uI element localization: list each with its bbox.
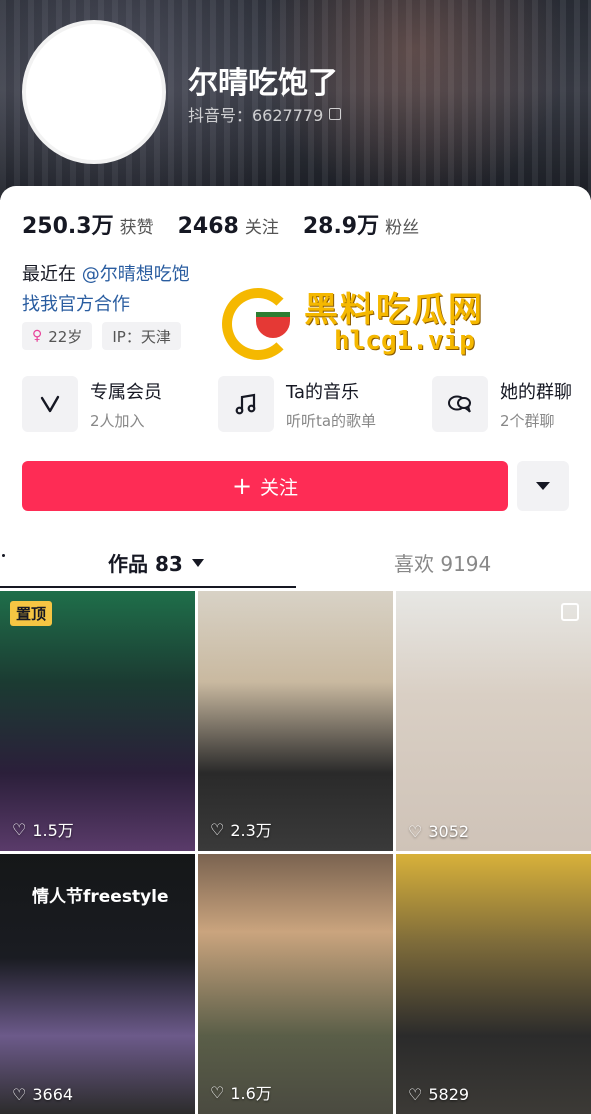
video-thumbnail[interactable]: ♡ 2.3万 bbox=[198, 591, 393, 851]
douyin-id-text: 抖音号：6627779 bbox=[188, 106, 324, 125]
profile-tags: ♀ 22岁 IP：天津 bbox=[22, 322, 181, 350]
heart-icon: ♡ bbox=[12, 819, 27, 839]
video-likes: ♡ 1.5万 bbox=[12, 817, 74, 841]
likes-count: 1.6万 bbox=[230, 1084, 272, 1103]
stat-value: 28.9万 bbox=[302, 214, 380, 239]
stat-value: 250.3万 bbox=[22, 214, 114, 239]
video-thumbnail[interactable]: 情人节freestyle ♡ 3664 bbox=[0, 854, 195, 1114]
video-thumbnail[interactable]: ♡ 1.6万 bbox=[198, 854, 393, 1114]
copy-icon[interactable] bbox=[329, 108, 342, 120]
video-thumbnail[interactable]: ♡ 3052 bbox=[396, 591, 591, 851]
feature-subtitle: 2人加入 bbox=[90, 411, 145, 430]
video-thumbnail[interactable]: 置顶 ♡ 1.5万 bbox=[0, 591, 195, 851]
stat-following[interactable]: 2468 关注 bbox=[178, 213, 279, 239]
tab-indicator bbox=[0, 586, 296, 588]
video-caption: 情人节freestyle bbox=[32, 887, 169, 907]
music-note-icon bbox=[217, 376, 274, 432]
heart-icon: ♡ bbox=[210, 1082, 225, 1102]
feature-group-chat[interactable]: 她的群聊 2个群聊 bbox=[431, 376, 572, 432]
pinned-badge: 置顶 bbox=[10, 601, 53, 626]
stats-row: 250.3万 获赞 2468 关注 28.9万 粉丝 bbox=[22, 208, 419, 240]
chat-bubbles-icon bbox=[431, 376, 488, 432]
caret-down-icon bbox=[536, 482, 550, 490]
more-options-button[interactable] bbox=[517, 461, 569, 511]
tab-works-label: 作品 83 bbox=[108, 552, 183, 576]
stat-label: 关注 bbox=[244, 218, 279, 238]
stat-followers[interactable]: 28.9万 粉丝 bbox=[303, 208, 419, 240]
heart-icon: ♡ bbox=[12, 1085, 27, 1104]
tab-likes-label: 喜欢 9194 bbox=[394, 552, 492, 576]
watermark-url: hlcg1.vip bbox=[334, 326, 475, 356]
video-likes: ♡ 3664 bbox=[12, 1085, 73, 1104]
content-tabs: 作品 83 喜欢 9194 bbox=[0, 536, 591, 590]
dot-marker bbox=[2, 554, 5, 557]
feature-row: 专属会员 2人加入 Ta的音乐 听听ta的歌单 她的群聊 2个群聊 bbox=[22, 376, 572, 432]
video-thumbnail[interactable]: ♡ 5829 bbox=[396, 854, 591, 1114]
feature-subtitle: 听听ta的歌单 bbox=[285, 411, 377, 430]
feature-subtitle: 2个群聊 bbox=[499, 411, 555, 430]
age-text: 22岁 bbox=[48, 327, 83, 346]
heart-icon: ♡ bbox=[210, 819, 225, 839]
video-grid: 置顶 ♡ 1.5万 ♡ 2.3万 ♡ 3052 情人节freestyle ♡ 3… bbox=[0, 591, 591, 1114]
heart-icon: ♡ bbox=[408, 822, 423, 841]
feature-title: 专属会员 bbox=[90, 381, 162, 403]
avatar[interactable] bbox=[22, 20, 166, 164]
bio-prefix: 最近在 bbox=[22, 264, 76, 285]
plus-icon: + bbox=[231, 472, 253, 500]
age-tag: ♀ 22岁 bbox=[22, 322, 93, 350]
watermark-logo: 黑料吃瓜网 hlcg1.vip bbox=[222, 282, 512, 362]
stat-likes[interactable]: 250.3万 获赞 bbox=[22, 208, 154, 240]
tab-likes[interactable]: 喜欢 9194 bbox=[394, 548, 491, 577]
multi-image-icon bbox=[561, 603, 579, 621]
follow-label: 关注 bbox=[260, 476, 299, 499]
follow-button[interactable]: + 关注 bbox=[22, 461, 508, 511]
profile-name: 尔晴吃饱了 bbox=[188, 66, 338, 101]
v-icon bbox=[22, 376, 78, 432]
tab-works[interactable]: 作品 83 bbox=[108, 548, 205, 577]
stat-label: 粉丝 bbox=[385, 218, 420, 238]
feature-title: 她的群聊 bbox=[499, 381, 572, 403]
feature-music[interactable]: Ta的音乐 听听ta的歌单 bbox=[217, 376, 377, 432]
heart-icon: ♡ bbox=[408, 1085, 423, 1104]
video-likes: ♡ 5829 bbox=[408, 1085, 469, 1104]
ip-tag: IP：天津 bbox=[102, 322, 181, 350]
ip-text: IP：天津 bbox=[112, 327, 171, 346]
likes-count: 3052 bbox=[428, 822, 470, 841]
bio: 最近在 @尔晴想吃饱 找我官方合作 bbox=[22, 260, 190, 320]
video-likes: ♡ 3052 bbox=[408, 822, 469, 841]
video-likes: ♡ 1.6万 bbox=[210, 1080, 272, 1104]
likes-count: 5829 bbox=[428, 1085, 470, 1104]
watermark-title: 黑料吃瓜网 bbox=[304, 290, 484, 330]
bio-link[interactable]: 找我官方合作 bbox=[22, 290, 190, 320]
video-likes: ♡ 2.3万 bbox=[210, 817, 272, 841]
stat-label: 获赞 bbox=[119, 218, 154, 238]
caret-down-icon bbox=[191, 558, 204, 567]
profile-card: 250.3万 获赞 2468 关注 28.9万 粉丝 最近在 @尔晴想吃饱 找我… bbox=[0, 186, 591, 1120]
female-icon: ♀ bbox=[32, 328, 43, 344]
likes-count: 1.5万 bbox=[32, 821, 74, 840]
likes-count: 3664 bbox=[32, 1085, 74, 1104]
douyin-id[interactable]: 抖音号：6627779 bbox=[188, 102, 342, 126]
stat-value: 2468 bbox=[177, 214, 239, 239]
feature-membership[interactable]: 专属会员 2人加入 bbox=[22, 376, 162, 432]
feature-title: Ta的音乐 bbox=[285, 381, 359, 403]
bio-mention[interactable]: @尔晴想吃饱 bbox=[82, 264, 190, 285]
likes-count: 2.3万 bbox=[230, 821, 272, 840]
